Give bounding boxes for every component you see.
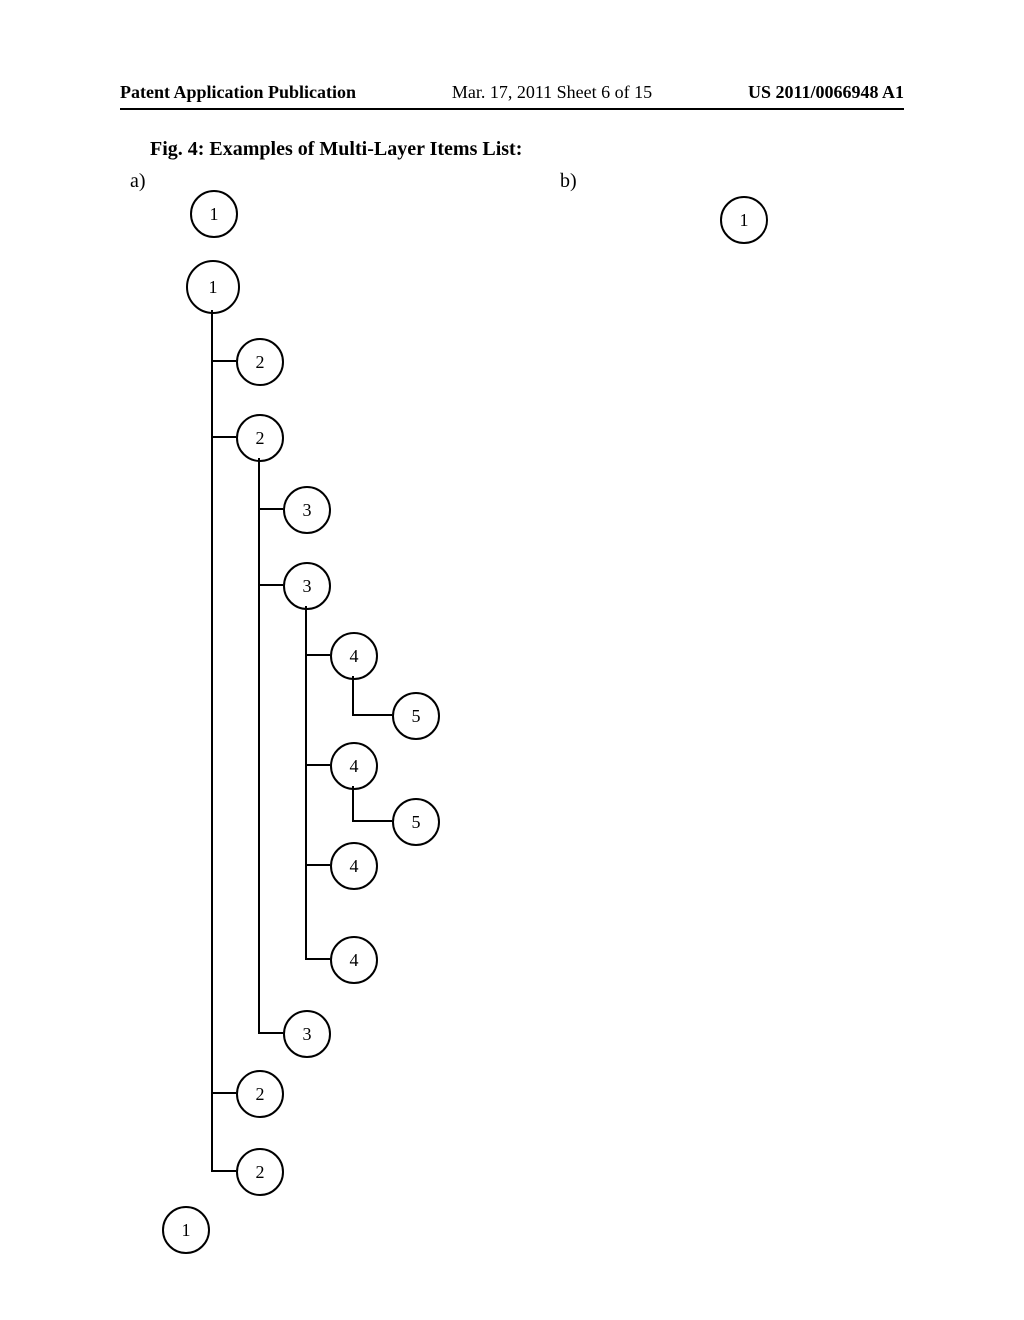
branch-to-4a bbox=[305, 654, 330, 656]
node-a-l3-3a: 3 bbox=[283, 486, 331, 534]
figure-title: Fig. 4: Examples of Multi-Layer Items Li… bbox=[150, 138, 522, 161]
branch-to-3c bbox=[258, 1032, 283, 1034]
branch-to-2b bbox=[211, 436, 236, 438]
publication-label: Patent Application Publication bbox=[120, 82, 356, 103]
figure-diagram: 1 1 2 2 3 3 4 5 4 bbox=[100, 160, 900, 1260]
branch-to-5b bbox=[352, 820, 392, 822]
page-header: Patent Application Publication Mar. 17, … bbox=[120, 82, 904, 103]
branch-to-4b bbox=[305, 764, 330, 766]
branch-to-2a bbox=[211, 360, 236, 362]
node-a-bot-1: 1 bbox=[162, 1206, 210, 1254]
branch-to-5a bbox=[352, 714, 392, 716]
node-a-l4-4b: 4 bbox=[330, 742, 378, 790]
node-a-l2-2c: 2 bbox=[236, 1070, 284, 1118]
node-a-l3-3b: 3 bbox=[283, 562, 331, 610]
branch-to-3a bbox=[258, 508, 283, 510]
branch-to-4c bbox=[305, 864, 330, 866]
node-a-l2-2d: 2 bbox=[236, 1148, 284, 1196]
branch-to-3b bbox=[258, 584, 283, 586]
node-a-l5-5b: 5 bbox=[392, 798, 440, 846]
node-a-top-1: 1 bbox=[190, 190, 238, 238]
spine-from-4b bbox=[352, 786, 354, 820]
node-a-l4-4d: 4 bbox=[330, 936, 378, 984]
node-a-l2-2b: 2 bbox=[236, 414, 284, 462]
header-divider bbox=[120, 108, 904, 110]
node-a-l4-4c: 4 bbox=[330, 842, 378, 890]
node-b-1: 1 bbox=[720, 196, 768, 244]
node-a-l3-3c: 3 bbox=[283, 1010, 331, 1058]
spine-from-l1 bbox=[211, 310, 213, 1170]
date-sheet: Mar. 17, 2011 Sheet 6 of 15 bbox=[452, 82, 652, 103]
branch-to-2d bbox=[211, 1170, 236, 1172]
spine-from-4a bbox=[352, 676, 354, 714]
node-a-l4-4a: 4 bbox=[330, 632, 378, 680]
node-a-l2-2a: 2 bbox=[236, 338, 284, 386]
node-a-l1-1: 1 bbox=[186, 260, 240, 314]
spine-from-3b bbox=[305, 606, 307, 958]
publication-number: US 2011/0066948 A1 bbox=[748, 82, 904, 103]
node-a-l5-5a: 5 bbox=[392, 692, 440, 740]
branch-to-2c bbox=[211, 1092, 236, 1094]
spine-from-2b bbox=[258, 458, 260, 1032]
branch-to-4d bbox=[305, 958, 330, 960]
